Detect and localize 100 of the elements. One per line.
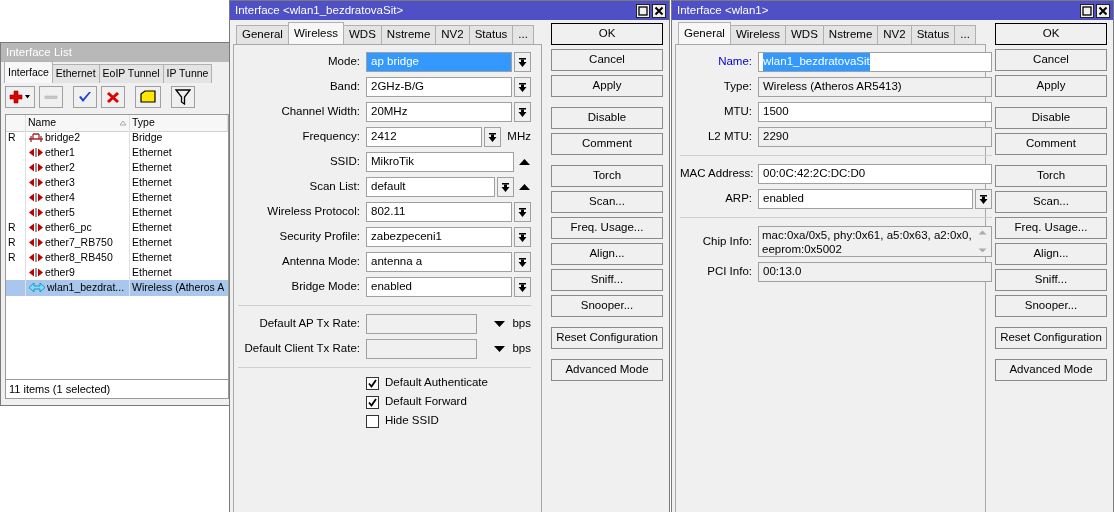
table-row[interactable]: ether2 Ethernet xyxy=(6,160,228,175)
dialog-button[interactable]: Apply xyxy=(995,75,1107,97)
readonly-field: 00:13.0 xyxy=(758,262,992,282)
tab[interactable]: IP Tunne xyxy=(162,64,213,83)
sort-icon xyxy=(119,119,127,126)
table-row[interactable]: wlan1_bezdrat... Wireless (Atheros A xyxy=(6,280,228,295)
tab[interactable]: Ethernet xyxy=(51,64,100,83)
dialog-button[interactable]: Align... xyxy=(551,243,663,265)
tab[interactable]: General xyxy=(236,25,289,44)
plus-icon xyxy=(9,90,31,104)
dialog-button[interactable]: Sniff... xyxy=(995,269,1107,291)
table-row[interactable]: ether3 Ethernet xyxy=(6,175,228,190)
close-icon[interactable] xyxy=(1096,3,1110,18)
table-row[interactable]: ether1 Ethernet xyxy=(6,145,228,160)
comment-button[interactable] xyxy=(135,86,161,108)
dropdown-button[interactable] xyxy=(514,252,531,272)
dropdown-button[interactable] xyxy=(514,277,531,297)
input-field[interactable]: MikroTik xyxy=(366,152,514,172)
collapse-icon[interactable] xyxy=(518,158,531,166)
dialog-button[interactable]: Advanced Mode xyxy=(551,359,663,381)
dropdown-field[interactable]: default xyxy=(366,177,495,197)
table-row[interactable]: R ether8_RB450 Ethernet xyxy=(6,250,228,265)
input-field[interactable]: 00:0C:42:2C:DC:D0 xyxy=(758,164,992,184)
dialog-button[interactable]: OK xyxy=(551,23,663,45)
dialog-button[interactable]: Scan... xyxy=(995,191,1107,213)
dialog-button[interactable]: Freq. Usage... xyxy=(551,217,663,239)
dropdown-field[interactable]: 20MHz xyxy=(366,102,512,122)
dialog-button[interactable]: Apply xyxy=(551,75,663,97)
tab[interactable]: ... xyxy=(512,25,534,44)
maximize-icon[interactable] xyxy=(1080,3,1094,18)
tab[interactable]: Wireless xyxy=(287,22,344,44)
dialog-button[interactable]: Disable xyxy=(551,107,663,129)
tab[interactable]: General xyxy=(678,22,731,44)
checkbox[interactable] xyxy=(366,414,379,428)
table-row[interactable]: ether5 Ethernet xyxy=(6,205,228,220)
close-icon[interactable] xyxy=(652,3,666,18)
tab[interactable]: NV2 xyxy=(435,25,470,44)
dialog-button[interactable]: Align... xyxy=(995,243,1107,265)
input-field[interactable] xyxy=(366,339,478,359)
maximize-icon[interactable] xyxy=(636,3,650,18)
dropdown-field[interactable]: 2412 xyxy=(366,127,483,147)
dropdown-button[interactable] xyxy=(514,227,531,247)
add-button[interactable] xyxy=(5,86,35,108)
tab[interactable]: WDS xyxy=(785,25,824,44)
input-field[interactable]: 1500 xyxy=(758,102,992,122)
dialog-button[interactable]: Cancel xyxy=(551,49,663,71)
tab[interactable]: Wireless xyxy=(729,25,786,44)
tab[interactable]: EoIP Tunnel xyxy=(98,64,164,83)
table-row[interactable]: ether4 Ethernet xyxy=(6,190,228,205)
tab[interactable]: Status xyxy=(910,25,956,44)
dropdown-button[interactable] xyxy=(514,77,531,97)
filter-button[interactable] xyxy=(171,86,195,108)
dropdown-button[interactable] xyxy=(514,102,531,122)
dropdown-field[interactable]: 802.11 xyxy=(366,202,512,222)
collapse-icon[interactable] xyxy=(518,183,531,191)
tab[interactable]: Status xyxy=(468,25,514,44)
checkbox[interactable] xyxy=(366,395,379,409)
dialog-button[interactable]: Disable xyxy=(995,107,1107,129)
table-row[interactable]: R bridge2 Bridge xyxy=(6,130,228,145)
tab[interactable]: ... xyxy=(954,25,976,44)
dialog-button[interactable]: Snooper... xyxy=(995,295,1107,317)
dropdown-button[interactable] xyxy=(497,177,514,197)
table-row[interactable]: R ether7_RB750 Ethernet xyxy=(6,235,228,250)
enable-button[interactable] xyxy=(73,86,97,108)
dialog-button[interactable]: Reset Configuration xyxy=(551,327,663,349)
dialog-button[interactable]: OK xyxy=(995,23,1107,45)
tab[interactable]: Nstreme xyxy=(380,25,437,44)
dropdown-icon[interactable] xyxy=(493,320,507,328)
dropdown-field[interactable]: enabled xyxy=(366,277,512,297)
interface-name: ether5 xyxy=(45,205,75,220)
dropdown-button[interactable] xyxy=(514,52,531,72)
dropdown-field[interactable]: zabezpeceni1 xyxy=(366,227,512,247)
disable-button[interactable] xyxy=(101,86,125,108)
checkbox[interactable] xyxy=(366,376,379,390)
dropdown-field[interactable]: enabled xyxy=(758,189,973,209)
dropdown-field[interactable]: antenna a xyxy=(366,252,512,272)
tab[interactable]: WDS xyxy=(343,25,382,44)
dialog-button[interactable]: Snooper... xyxy=(551,295,663,317)
table-row[interactable]: R ether6_pc Ethernet xyxy=(6,220,228,235)
dialog-button[interactable]: Scan... xyxy=(551,191,663,213)
down-arrow-icon xyxy=(518,257,527,267)
dialog-button[interactable]: Advanced Mode xyxy=(995,359,1107,381)
dropdown-button[interactable] xyxy=(514,202,531,222)
dropdown-button[interactable] xyxy=(974,189,992,209)
dropdown-icon[interactable] xyxy=(493,345,507,353)
dialog-button[interactable]: Torch xyxy=(551,165,663,187)
dialog-button[interactable]: Cancel xyxy=(995,49,1107,71)
unit-label: MHz xyxy=(506,129,531,145)
dialog-button[interactable]: Freq. Usage... xyxy=(995,217,1107,239)
tab[interactable]: Interface xyxy=(4,61,53,83)
dialog-button[interactable]: Reset Configuration xyxy=(995,327,1107,349)
input-field[interactable] xyxy=(366,314,478,334)
tab[interactable]: NV2 xyxy=(877,25,912,44)
dialog-button[interactable]: Sniff... xyxy=(551,269,663,291)
tab[interactable]: Nstreme xyxy=(822,25,879,44)
dropdown-field[interactable]: 2GHz-B/G xyxy=(366,77,512,97)
dialog-button[interactable]: Comment xyxy=(995,133,1107,155)
dialog-button[interactable]: Comment xyxy=(551,133,663,155)
dialog-button[interactable]: Torch xyxy=(995,165,1107,187)
dropdown-button[interactable] xyxy=(484,127,502,147)
